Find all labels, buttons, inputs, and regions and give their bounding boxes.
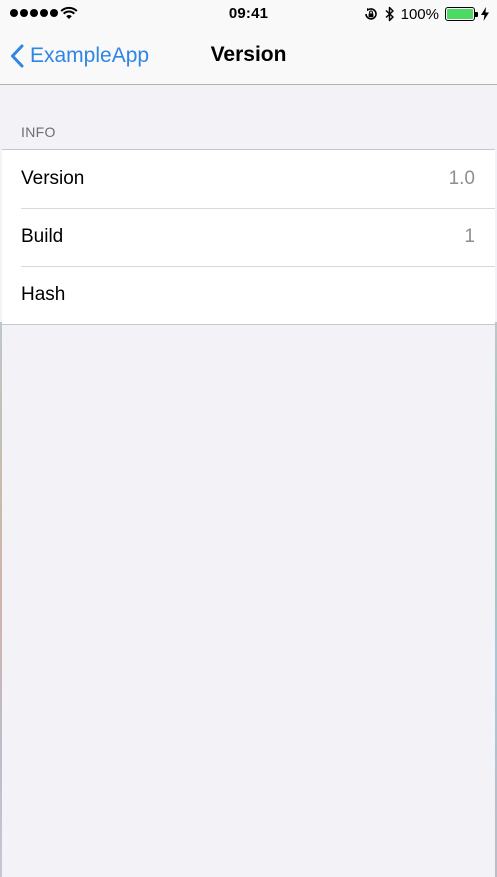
row-label: Hash bbox=[21, 284, 66, 305]
screen: 09:41 100% ExampleApp Version INFO Versi… bbox=[0, 0, 497, 877]
section-header: INFO bbox=[21, 124, 56, 140]
table-row-hash[interactable]: Hash bbox=[2, 266, 495, 324]
row-label: Version bbox=[21, 168, 85, 189]
battery-icon bbox=[445, 7, 478, 21]
bluetooth-icon bbox=[385, 6, 394, 22]
row-label: Build bbox=[21, 226, 64, 247]
table-row-version[interactable]: Version 1.0 bbox=[2, 150, 495, 208]
row-value: 1.0 bbox=[448, 168, 475, 189]
charging-bolt-icon bbox=[481, 7, 489, 21]
page-title: Version bbox=[210, 43, 287, 66]
rotation-lock-icon bbox=[364, 7, 377, 20]
status-right-group: 100% bbox=[363, 4, 489, 24]
navigation-bar: ExampleApp Version bbox=[0, 28, 497, 85]
battery-percent: 100% bbox=[400, 5, 439, 23]
info-table: Version 1.0 Build 1 Hash bbox=[2, 149, 495, 325]
status-bar: 09:41 100% bbox=[0, 0, 497, 28]
table-row-build[interactable]: Build 1 bbox=[2, 208, 495, 266]
row-value: 1 bbox=[464, 226, 475, 247]
background-edge bbox=[0, 322, 2, 877]
